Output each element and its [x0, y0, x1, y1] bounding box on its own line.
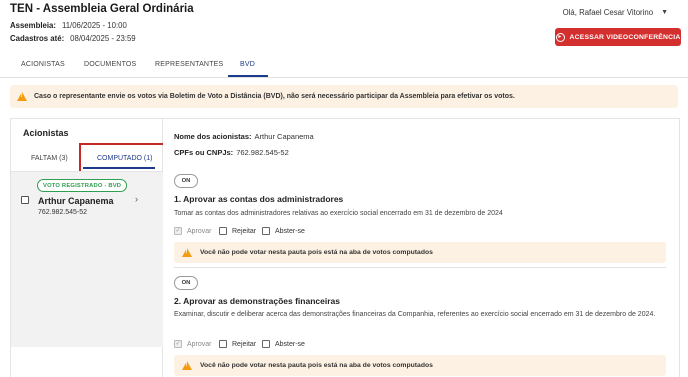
item-2-notice: Você não pode votar nesta pauta pois est…	[174, 355, 666, 376]
user-greeting: Olá, Rafael Cesar Vitorino	[562, 8, 654, 17]
approve-label: Aprovar	[187, 340, 212, 348]
item-2-abstain-option[interactable]: Abster-se	[262, 340, 305, 348]
assembly-label: Assembleia:	[10, 21, 56, 30]
notice-text: Você não pode votar nesta pauta pois est…	[200, 362, 433, 369]
select-checkbox[interactable]	[21, 196, 29, 204]
registration-deadline: Cadastros até: 08/04/2025 - 23:59	[10, 34, 136, 43]
approve-label: Aprovar	[187, 227, 212, 235]
abstain-label: Abster-se	[275, 227, 305, 235]
checkmark-icon: ✓	[174, 227, 182, 235]
alert-text: Caso o representante envie os votos via …	[34, 93, 515, 100]
divider	[174, 267, 666, 268]
chevron-right-icon[interactable]: ›	[135, 194, 138, 204]
page-header: TEN - Assembleia Geral Ordinária Assembl…	[0, 0, 688, 54]
item-1-toggle[interactable]: ON	[174, 174, 198, 188]
names-value: Arthur Capanema	[254, 132, 314, 141]
shareholder-name: Arthur Capanema	[38, 196, 114, 206]
warning-icon	[17, 92, 27, 101]
item-1-notice: Você não pode votar nesta pauta pois est…	[174, 242, 666, 263]
item-2-toggle[interactable]: ON	[174, 276, 198, 290]
item-2-title: 2. Aprovar as demonstrações financeiras	[174, 296, 340, 306]
item-1-description: Tomar as contas dos administradores rela…	[174, 210, 503, 217]
user-menu[interactable]: Olá, Rafael Cesar Vitorino ▼	[563, 8, 668, 17]
checkbox	[219, 227, 227, 235]
shareholder-cpf: CPFs ou CNPJs: 762.982.545-52	[174, 148, 289, 157]
checkbox	[262, 340, 270, 348]
checkbox	[262, 227, 270, 235]
play-icon: ▸	[555, 32, 565, 42]
item-1-abstain-option[interactable]: Abster-se	[262, 227, 305, 235]
abstain-label: Abster-se	[275, 340, 305, 348]
registration-value: 08/04/2025 - 23:59	[70, 34, 136, 43]
names-label: Nome dos acionistas:	[174, 132, 252, 141]
tab-representantes[interactable]: REPRESENTANTES	[155, 61, 223, 68]
warning-icon	[182, 248, 192, 257]
assembly-value: 11/06/2025 - 10:00	[61, 21, 127, 30]
shareholders-title: Acionistas	[23, 128, 69, 138]
item-1-title: 1. Aprovar as contas dos administradores	[174, 194, 344, 204]
active-tab-indicator	[228, 75, 268, 77]
registration-label: Cadastros até:	[10, 34, 65, 43]
checkmark-icon: ✓	[174, 340, 182, 348]
item-2-description: Examinar, discutir e deliberar acerca da…	[174, 311, 656, 318]
tab-bvd[interactable]: BVD	[240, 61, 255, 68]
chevron-down-icon: ▼	[661, 9, 668, 16]
status-badge: VOTO REGISTRADO - BVD	[37, 179, 128, 192]
shareholders-panel: Acionistas FALTAM (3) COMPUTADO (1) VOTO…	[10, 118, 165, 377]
notice-text: Você não pode votar nesta pauta pois est…	[200, 249, 433, 256]
shareholder-names: Nome dos acionistas: Arthur Capanema	[174, 132, 314, 141]
cpf-label: CPFs ou CNPJs:	[174, 148, 234, 157]
tab-acionistas[interactable]: ACIONISTAS	[21, 61, 65, 68]
tab-pending[interactable]: FALTAM (3)	[31, 155, 68, 162]
main-tabs: ACIONISTAS DOCUMENTOS REPRESENTANTES BVD	[0, 54, 688, 78]
assembly-date: Assembleia: 11/06/2025 - 10:00	[10, 21, 127, 30]
cpf-value: 762.982.545-52	[236, 148, 289, 157]
list-item[interactable]: VOTO REGISTRADO - BVD Arthur Capanema 76…	[11, 171, 163, 347]
item-1-reject-option[interactable]: Rejeitar	[219, 227, 256, 235]
bvd-alert: Caso o representante envie os votos via …	[10, 85, 678, 108]
reject-label: Rejeitar	[232, 227, 257, 235]
tab-documentos[interactable]: DOCUMENTOS	[84, 61, 136, 68]
video-conference-label: ACESSAR VIDEOCONFERÊNCIA	[569, 33, 681, 41]
reject-label: Rejeitar	[232, 340, 257, 348]
shareholder-document: 762.982.545-52	[38, 209, 88, 216]
page-title: TEN - Assembleia Geral Ordinária	[10, 3, 194, 15]
item-2-reject-option[interactable]: Rejeitar	[219, 340, 256, 348]
vote-detail-panel: Nome dos acionistas: Arthur Capanema CPFs…	[163, 118, 680, 377]
warning-icon	[182, 361, 192, 370]
video-conference-button[interactable]: ▸ ACESSAR VIDEOCONFERÊNCIA	[555, 28, 681, 46]
item-2-approve-option[interactable]: ✓ Aprovar	[174, 340, 212, 348]
item-1-approve-option[interactable]: ✓ Aprovar	[174, 227, 212, 235]
checkbox	[219, 340, 227, 348]
